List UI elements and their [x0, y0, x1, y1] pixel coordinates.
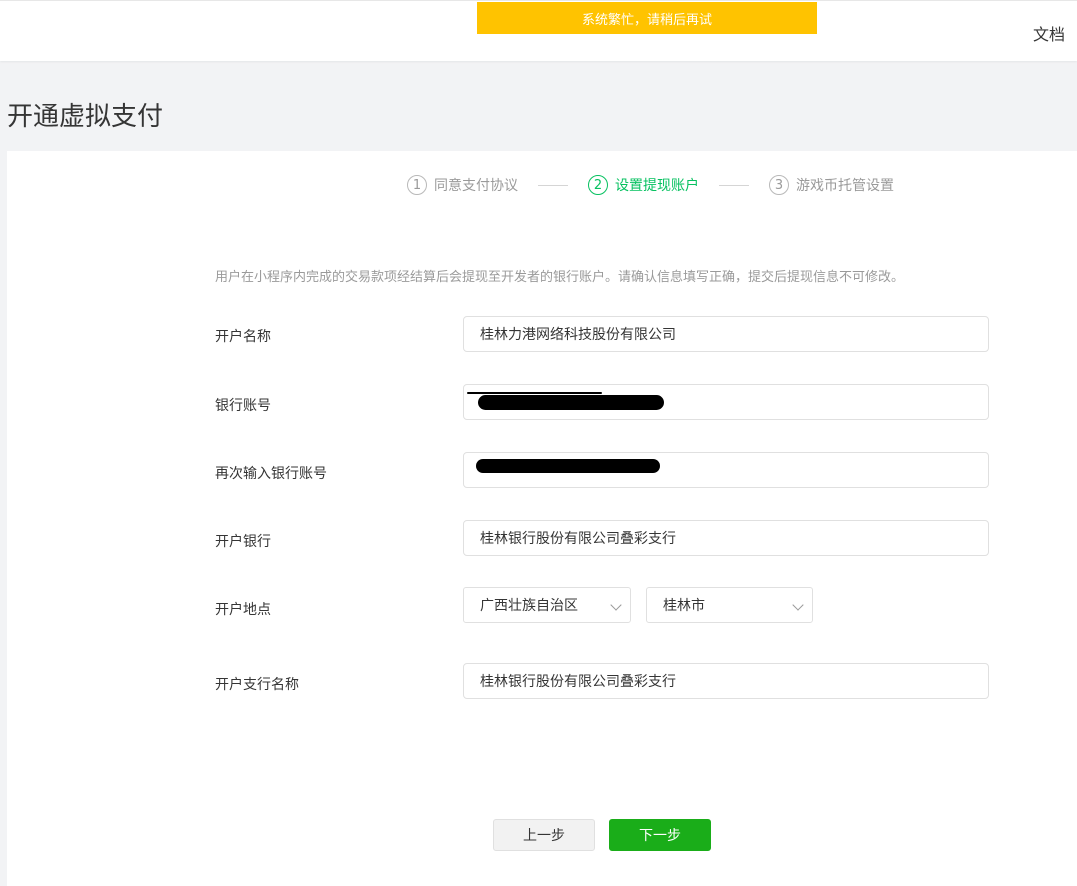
form-description: 用户在小程序内完成的交易款项经结算后会提现至开发者的银行账户。请确认信息填写正确…	[215, 270, 905, 285]
bank-account-label: 银行账号	[215, 398, 271, 414]
bank-account-confirm-label: 再次输入银行账号	[215, 466, 327, 482]
step-divider	[538, 184, 568, 186]
bank-value: 桂林银行股份有限公司叠彩支行	[480, 531, 676, 547]
step-label: 设置提现账户	[615, 178, 699, 194]
step-number: 2	[588, 175, 608, 195]
step-label: 同意支付协议	[434, 178, 518, 194]
bank-label: 开户银行	[215, 534, 271, 550]
redaction-mark	[476, 459, 660, 473]
location-label: 开户地点	[215, 602, 271, 618]
step-number: 3	[769, 175, 789, 195]
bank-account-field[interactable]	[463, 384, 989, 420]
branch-label: 开户支行名称	[215, 677, 299, 693]
branch-field[interactable]: 桂林银行股份有限公司叠彩支行	[463, 663, 989, 699]
branch-value: 桂林银行股份有限公司叠彩支行	[480, 674, 676, 690]
next-step-button[interactable]: 下一步	[609, 819, 711, 851]
step-divider	[719, 184, 749, 186]
city-value: 桂林市	[663, 598, 705, 614]
top-bar: 系统繁忙，请稍后再试 文档	[0, 0, 1077, 61]
step-label: 游戏币托管设置	[796, 178, 894, 194]
docs-link[interactable]: 文档	[1033, 21, 1065, 45]
prev-step-button[interactable]: 上一步	[493, 819, 595, 851]
chevron-down-icon	[792, 599, 804, 611]
step-agree-protocol: 1 同意支付协议	[407, 175, 518, 195]
step-withdraw-account: 2 设置提现账户	[588, 175, 699, 195]
step-number: 1	[407, 175, 427, 195]
bank-field[interactable]: 桂林银行股份有限公司叠彩支行	[463, 520, 989, 556]
redaction-mark	[478, 395, 664, 410]
form-card: 1 同意支付协议 2 设置提现账户 3 游戏币托管设置 用户在小程序内完成的交易…	[7, 151, 1077, 886]
step-coin-custody: 3 游戏币托管设置	[769, 175, 894, 195]
redaction-mark	[467, 392, 602, 394]
error-toast: 系统繁忙，请稍后再试	[477, 2, 817, 34]
account-name-label: 开户名称	[215, 329, 271, 345]
bank-account-confirm-field[interactable]	[463, 452, 989, 488]
step-indicator: 1 同意支付协议 2 设置提现账户 3 游戏币托管设置	[407, 174, 894, 196]
account-name-value: 桂林力港网络科技股份有限公司	[480, 327, 676, 343]
province-select[interactable]: 广西壮族自治区	[463, 587, 631, 623]
province-value: 广西壮族自治区	[480, 598, 578, 614]
chevron-down-icon	[610, 599, 622, 611]
city-select[interactable]: 桂林市	[646, 587, 813, 623]
page-title: 开通虚拟支付	[7, 102, 164, 132]
account-name-field[interactable]: 桂林力港网络科技股份有限公司	[463, 316, 989, 352]
